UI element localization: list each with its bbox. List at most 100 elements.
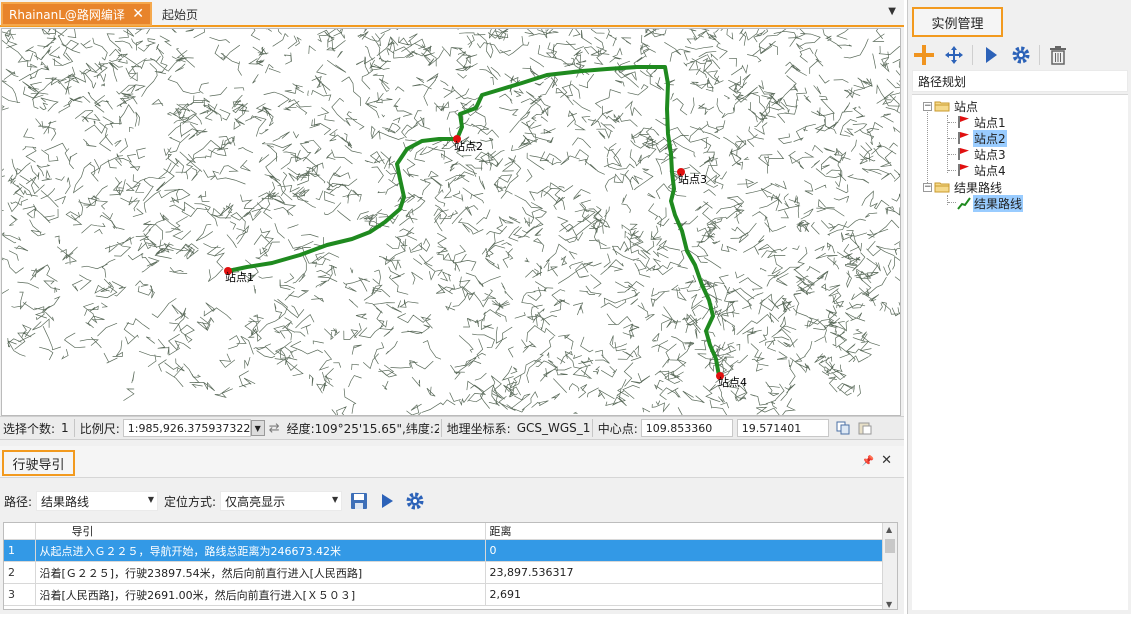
tree-connector <box>948 122 956 123</box>
road-network-layer <box>2 29 900 415</box>
road-network-map[interactable]: 站点1 站点2 站点3 站点4 <box>2 29 901 416</box>
collapse-icon[interactable]: − <box>923 182 932 192</box>
row-index: 1 <box>4 539 36 562</box>
scroll-thumb[interactable] <box>885 539 895 553</box>
copy-icon[interactable] <box>835 420 851 436</box>
tree-connector <box>927 108 928 189</box>
station-1-label: 站点1 <box>225 270 254 284</box>
table-row[interactable]: 1 从起点进入Ｇ２２５，导航开始，路线总距离为246673.42米 0 <box>4 539 885 562</box>
station-3-label: 站点3 <box>678 172 707 186</box>
play-icon[interactable] <box>376 490 398 512</box>
table-scrollbar[interactable]: ▲ ▼ <box>882 523 897 609</box>
tree-item-station-4[interactable]: 站点4 <box>957 162 1007 178</box>
tree-connector <box>947 195 948 205</box>
scale-input[interactable]: 1:985,926.375937322 <box>122 419 251 437</box>
station-4-label: 站点4 <box>718 375 747 389</box>
delete-icon[interactable] <box>1046 43 1070 67</box>
driving-guide-toolbar: 路径: 结果路线 ▼ 定位方式: 仅高亮显示 ▼ <box>0 486 904 516</box>
table-row[interactable]: 2 沿着[Ｇ２２５]，行驶23897.54米，然后向前直行进入[人民西路] 23… <box>4 561 885 584</box>
selection-count-value: 1 <box>61 421 69 435</box>
route-line-icon <box>957 197 971 210</box>
instance-type-combo[interactable]: 路径规划 <box>912 70 1128 92</box>
tab-start-page-label: 起始页 <box>162 7 199 22</box>
tree-item-label: 站点2 <box>973 129 1007 147</box>
map-statusbar: 选择个数: 1 比例尺: 1:985,926.375937322 ▼ ⇄ 经度:… <box>0 416 904 440</box>
scroll-down-icon[interactable]: ▼ <box>886 600 892 609</box>
row-guide: 从起点进入Ｇ２２５，导航开始，路线总距离为246673.42米 <box>35 539 486 562</box>
tree-connector <box>948 154 956 155</box>
tree-group-stations[interactable]: − 站点 <box>923 98 979 114</box>
gear-icon[interactable] <box>404 490 426 512</box>
divider <box>972 45 973 65</box>
driving-guide-table: 导引 距离 1 从起点进入Ｇ２２５，导航开始，路线总距离为246673.42米 … <box>3 522 898 610</box>
move-icon[interactable] <box>942 43 966 67</box>
tab-start-page[interactable]: 起始页 <box>156 2 204 26</box>
folder-icon <box>934 101 950 112</box>
tree-item-station-3[interactable]: 站点3 <box>957 146 1007 162</box>
tree-item-label: 站点4 <box>974 163 1006 178</box>
tab-list-dropdown-icon[interactable]: ▼ <box>888 6 896 17</box>
red-flag-icon <box>958 148 969 160</box>
divider <box>440 419 442 437</box>
distance-column-header[interactable]: 距离 <box>485 523 885 540</box>
center-y-input[interactable]: 19.571401 <box>736 419 829 437</box>
center-x-input[interactable]: 109.853360 <box>640 419 733 437</box>
guide-column-header[interactable]: 导引 <box>35 523 486 540</box>
divider <box>1039 45 1040 65</box>
gear-icon[interactable] <box>1009 43 1033 67</box>
chevron-down-icon: ▼ <box>147 495 155 504</box>
tree-item-result-route[interactable]: 结果路线 <box>957 194 1024 212</box>
locate-mode-value: 仅高亮显示 <box>225 494 286 509</box>
station-4[interactable]: 站点4 <box>716 372 747 389</box>
table-header-row: 导引 距离 <box>4 523 885 540</box>
save-icon[interactable] <box>348 490 370 512</box>
locate-mode-select[interactable]: 仅高亮显示 ▼ <box>220 491 343 511</box>
divider <box>591 419 593 437</box>
tree-group-result-route[interactable]: − 结果路线 <box>923 179 1003 195</box>
chevron-down-icon[interactable]: ▼ <box>250 420 265 436</box>
tree-item-label: 结果路线 <box>973 194 1024 212</box>
row-guide: 沿着[Ｇ２２５]，行驶23897.54米，然后向前直行进入[人民西路] <box>35 561 486 584</box>
swap-arrows-icon[interactable]: ⇄ <box>265 421 284 436</box>
driving-guide-title: 行驶导引 <box>2 450 75 476</box>
tree-item-label: 站点3 <box>974 147 1006 162</box>
instance-panel-header: 实例管理 <box>908 0 1131 40</box>
add-icon[interactable] <box>912 43 936 67</box>
driving-guide-header: 行驶导引 📌 ✕ <box>0 446 904 478</box>
tree-connector <box>948 170 956 171</box>
map-canvas[interactable]: 站点1 站点2 站点3 站点4 <box>1 28 901 416</box>
scroll-up-icon[interactable]: ▲ <box>886 525 892 534</box>
path-select-value: 结果路线 <box>41 494 90 509</box>
tree-item-station-1[interactable]: 站点1 <box>957 114 1007 130</box>
cursor-coordinates: 经度:109°25'15.65",纬度:2... <box>286 421 439 436</box>
index-column-header <box>4 523 36 540</box>
red-flag-icon <box>958 116 969 128</box>
station-3[interactable]: 站点3 <box>677 168 707 186</box>
tree-connector <box>948 202 956 203</box>
divider <box>73 419 75 437</box>
document-tabbar: RhainanL@路网编译 ✕ 起始页 ▼ <box>0 0 904 27</box>
driving-guide-panel: 行驶导引 📌 ✕ 路径: 结果路线 ▼ 定位方式: 仅高亮显示 ▼ 导引 距离 … <box>0 446 904 614</box>
row-distance: 2,691 <box>485 583 885 606</box>
crs-value: GCS_WGS_1... <box>516 421 590 435</box>
tree-item-label: 站点1 <box>974 115 1006 130</box>
red-flag-icon <box>958 132 969 144</box>
play-icon[interactable] <box>979 43 1003 67</box>
selection-count-label: 选择个数: <box>3 421 56 436</box>
table-row[interactable]: 3 沿着[人民西路]，行驶2691.00米，然后向前直行进入[Ｘ５０３] 2,6… <box>4 583 885 606</box>
collapse-icon[interactable]: − <box>923 101 932 111</box>
path-select[interactable]: 结果路线 ▼ <box>36 491 159 511</box>
pin-icon[interactable]: 📌 <box>862 456 874 467</box>
tree-group-result-route-label: 结果路线 <box>954 180 1003 195</box>
row-distance: 0 <box>485 539 885 562</box>
close-icon[interactable]: ✕ <box>132 6 144 22</box>
tree-item-station-2[interactable]: 站点2 <box>957 129 1007 147</box>
tab-map-document[interactable]: RhainanL@路网编译 ✕ <box>1 2 152 26</box>
tree-connector <box>947 115 948 173</box>
red-flag-icon <box>958 164 969 176</box>
scale-label: 比例尺: <box>79 421 120 436</box>
paste-icon[interactable] <box>857 420 873 436</box>
close-icon[interactable]: ✕ <box>881 453 892 468</box>
instance-toolbar <box>908 42 1076 68</box>
locate-mode-label: 定位方式: <box>164 494 217 509</box>
